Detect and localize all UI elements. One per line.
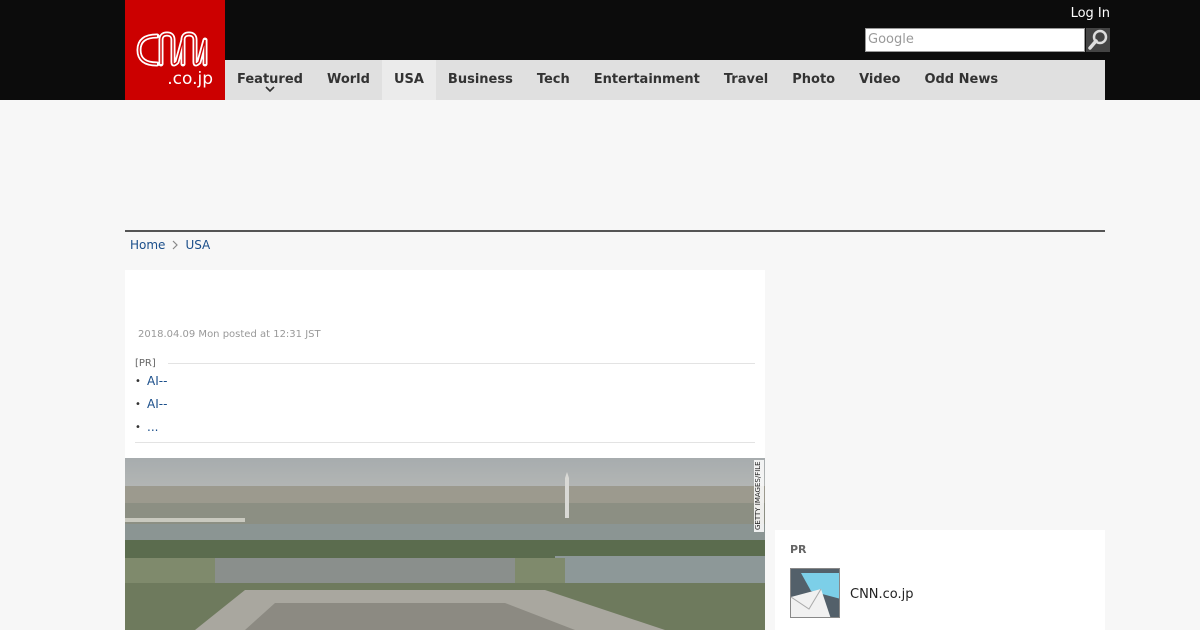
chevron-right-icon bbox=[173, 240, 179, 250]
logo-domain: .co.jp bbox=[167, 69, 213, 89]
nav-item-label: Photo bbox=[792, 72, 836, 87]
nav-item-business[interactable]: Business bbox=[436, 60, 525, 100]
sidebar-pr-title: PR bbox=[790, 543, 807, 556]
nav-item-featured[interactable]: Featured bbox=[225, 60, 315, 100]
magnifier-icon bbox=[1088, 29, 1108, 50]
nav-item-entertainment[interactable]: Entertainment bbox=[582, 60, 712, 100]
list-item[interactable]: •... bbox=[135, 420, 167, 443]
breadcrumb-section[interactable]: USA bbox=[185, 238, 210, 252]
nav-item-travel[interactable]: Travel bbox=[712, 60, 780, 100]
breadcrumb: Home USA bbox=[130, 238, 210, 252]
pr-link[interactable]: AI-- bbox=[147, 397, 167, 411]
nav-item-label: Entertainment bbox=[593, 72, 700, 87]
bullet-icon: • bbox=[135, 399, 141, 410]
photo-credit-text: GETTY IMAGES/FILE bbox=[754, 461, 762, 530]
nav-item-world[interactable]: World bbox=[315, 60, 382, 100]
section-divider bbox=[125, 230, 1105, 232]
chevron-down-icon bbox=[265, 86, 275, 93]
search-input[interactable]: Google bbox=[865, 28, 1085, 52]
nav-item-label: Video bbox=[859, 72, 901, 87]
nav-item-video[interactable]: Video bbox=[847, 60, 912, 100]
nav-item-usa[interactable]: USA bbox=[381, 60, 436, 100]
nav-item-photo[interactable]: Photo bbox=[780, 60, 847, 100]
nav-item-label: Odd News bbox=[924, 72, 999, 87]
nav-item-odd-news[interactable]: Odd News bbox=[912, 60, 1010, 100]
pr-divider-bottom bbox=[135, 442, 755, 443]
pr-item-text[interactable]: CNN.co.jp bbox=[850, 587, 914, 602]
list-item[interactable]: • AI-- bbox=[135, 397, 167, 420]
search-button[interactable] bbox=[1086, 28, 1110, 52]
photo-credit: GETTY IMAGES/FILE bbox=[754, 460, 764, 532]
nav-item-label: Business bbox=[447, 72, 513, 87]
bullet-icon: • bbox=[135, 422, 141, 433]
post-timestamp: 2018.04.09 Mon posted at 12:31 JST bbox=[138, 329, 321, 340]
main-nav: Featured World USA Business Tech Enterta… bbox=[225, 60, 1105, 100]
top-header: .co.jp Log In Google Featured World USA … bbox=[0, 0, 1200, 100]
pr-thumbnail[interactable] bbox=[790, 568, 840, 618]
nav-item-label: USA bbox=[393, 72, 424, 87]
sidebar-pr-box: PR CNN.co.jp bbox=[775, 530, 1105, 630]
cnn-logo[interactable]: .co.jp bbox=[125, 0, 225, 100]
pr-link[interactable]: AI-- bbox=[147, 374, 167, 388]
nav-item-tech[interactable]: Tech bbox=[525, 60, 582, 100]
aerial-city-illustration bbox=[125, 458, 765, 630]
article-photo: GETTY IMAGES/FILE bbox=[125, 458, 765, 630]
nav-item-label: Travel bbox=[723, 72, 769, 87]
list-item[interactable]: • AI-- bbox=[135, 374, 167, 397]
bullet-icon: • bbox=[135, 376, 141, 387]
pr-divider bbox=[168, 363, 755, 364]
article-card: 2018.04.09 Mon posted at 12:31 JST [PR] … bbox=[125, 270, 765, 458]
nav-item-label: World bbox=[326, 72, 370, 87]
pr-link-list: • AI-- • AI-- •... bbox=[135, 374, 167, 443]
envelope-icon bbox=[791, 569, 839, 617]
nav-item-label: Tech bbox=[536, 72, 570, 87]
login-link[interactable]: Log In bbox=[1071, 6, 1110, 21]
breadcrumb-home[interactable]: Home bbox=[130, 238, 165, 252]
pr-link[interactable]: ... bbox=[147, 420, 158, 434]
pr-label: [PR] bbox=[135, 358, 156, 369]
